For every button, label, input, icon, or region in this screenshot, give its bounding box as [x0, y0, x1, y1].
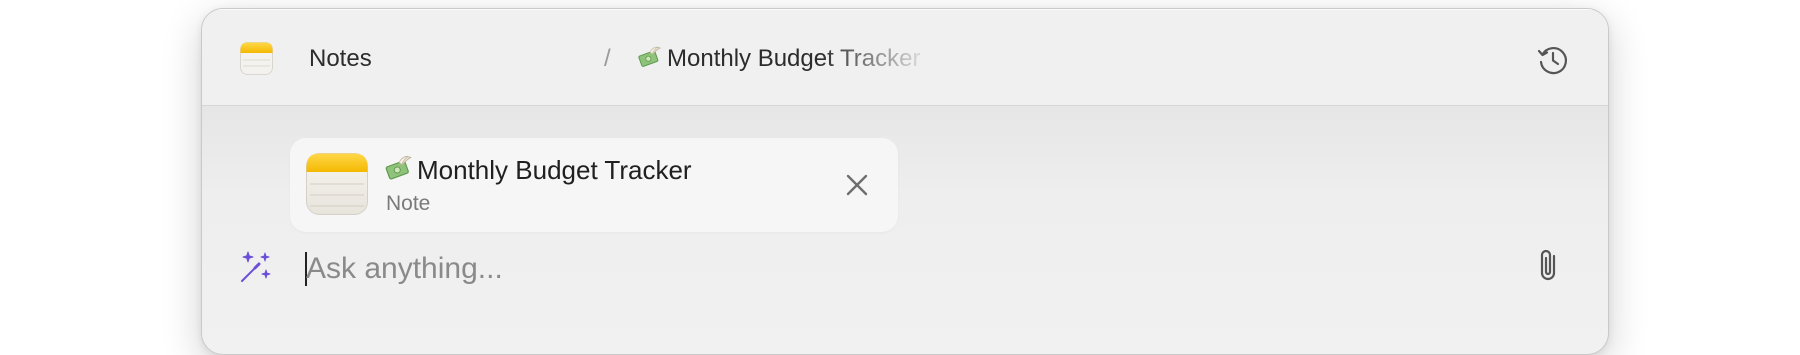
- breadcrumb-current-label: Monthly Budget Tracker: [667, 45, 921, 72]
- notes-app-icon: [306, 153, 368, 215]
- money-with-wings-icon: [385, 155, 412, 180]
- paperclip-icon[interactable]: [1532, 246, 1566, 284]
- history-clock-icon[interactable]: [1536, 43, 1570, 77]
- assistant-content: Monthly Budget Tracker Note: [202, 106, 1608, 354]
- breadcrumb-separator: /: [604, 45, 611, 72]
- breadcrumb-root-notes[interactable]: Notes: [309, 39, 372, 79]
- close-icon[interactable]: [842, 170, 872, 200]
- chip-subtitle: Note: [386, 192, 431, 215]
- money-with-wings-icon: [638, 46, 661, 67]
- magic-wand-icon: [241, 251, 271, 282]
- title-bar: Notes / Monthly Budget Tracker: [202, 9, 1608, 106]
- ask-input[interactable]: [306, 246, 1406, 292]
- chip-title-label: Monthly Budget Tracker: [417, 155, 692, 185]
- breadcrumb-current-note[interactable]: Monthly Budget Tracker: [637, 39, 933, 79]
- assistant-window: Notes / Monthly Budget Tracker Monthly B…: [201, 8, 1609, 355]
- chip-title: Monthly Budget Tracker: [384, 154, 692, 186]
- notes-app-icon: [240, 42, 273, 75]
- attached-note-chip[interactable]: Monthly Budget Tracker Note: [290, 138, 898, 232]
